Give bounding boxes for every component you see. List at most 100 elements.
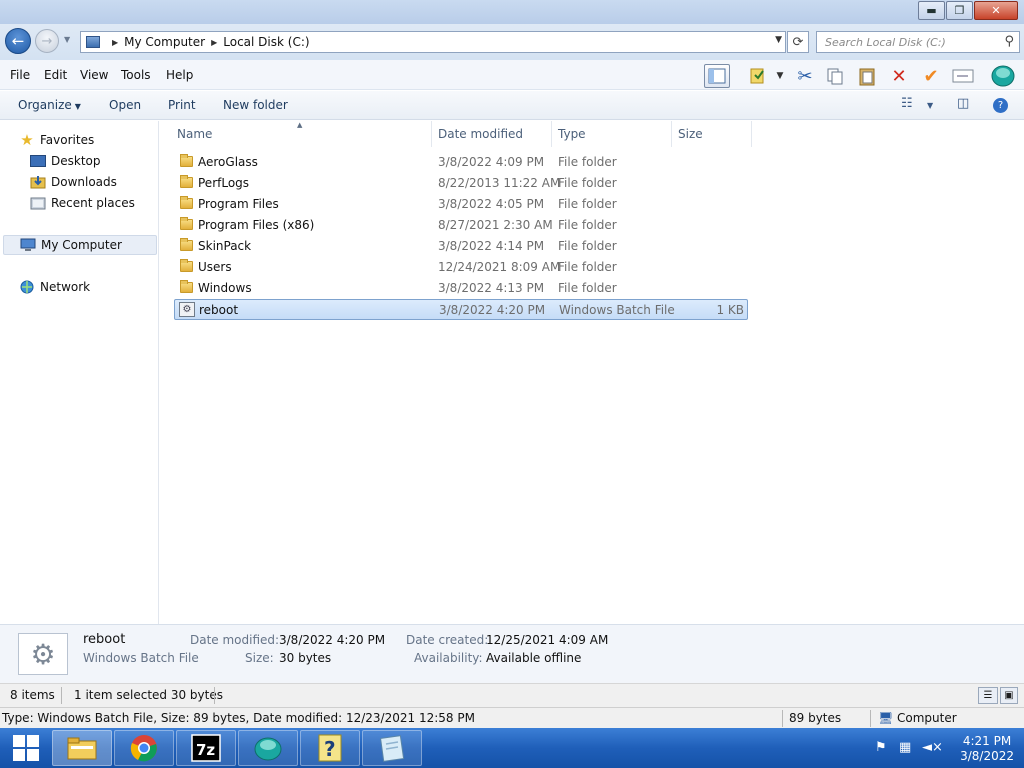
file-row[interactable]: Users 12/24/2021 8:09 AM File folder xyxy=(174,257,748,278)
menu-tools[interactable]: Tools xyxy=(121,68,151,82)
cut-icon[interactable]: ✂ xyxy=(792,64,818,88)
taskbar-file-explorer[interactable] xyxy=(52,730,112,766)
maximize-button[interactable]: ❐ xyxy=(946,1,973,20)
search-icon[interactable]: ⚲ xyxy=(1004,34,1014,49)
recent-pages-dropdown[interactable]: ▼ xyxy=(64,35,70,44)
new-folder-button[interactable]: New folder xyxy=(223,98,288,112)
status-selection: 1 item selected 30 bytes xyxy=(74,688,223,702)
breadcrumb-local-disk[interactable]: Local Disk (C:) xyxy=(223,35,309,49)
chrome-icon xyxy=(130,735,157,762)
start-button[interactable] xyxy=(6,732,46,764)
taskbar-notepad[interactable] xyxy=(362,730,422,766)
network-status-icon[interactable]: ▦ xyxy=(899,740,911,755)
file-name: Program Files (x86) xyxy=(198,218,315,232)
action-center-icon[interactable]: ⚑ xyxy=(875,740,887,755)
column-header-date-modified[interactable]: Date modified xyxy=(432,121,552,147)
clock[interactable]: 4:21 PM 3/8/2022 xyxy=(960,734,1014,764)
address-bar[interactable]: ▶ My Computer ▶ Local Disk (C:) ▼ xyxy=(80,31,786,53)
file-row[interactable]: Windows 3/8/2022 4:13 PM File folder xyxy=(174,278,748,299)
back-arrow-icon: ← xyxy=(11,32,25,50)
clock-time: 4:21 PM xyxy=(962,734,1012,748)
nav-desktop-label: Desktop xyxy=(51,154,101,168)
nav-recent-places[interactable]: Recent places xyxy=(30,193,135,213)
column-header-size[interactable]: Size xyxy=(672,121,752,147)
properties-icon[interactable] xyxy=(744,64,770,88)
delete-icon[interactable]: ✕ xyxy=(886,64,912,88)
file-date: 3/8/2022 4:13 PM xyxy=(438,281,545,295)
paste-icon[interactable] xyxy=(854,64,880,88)
views-dropdown-icon[interactable]: ▼ xyxy=(927,101,933,110)
taskbar-7zip[interactable]: 7z xyxy=(176,730,236,766)
large-icons-view-icon[interactable]: ▣ xyxy=(1000,687,1018,704)
menu-file[interactable]: File xyxy=(10,68,30,82)
menu-edit[interactable]: Edit xyxy=(44,68,67,82)
check-icon[interactable]: ✔ xyxy=(918,64,944,88)
layout-icon[interactable] xyxy=(704,64,730,88)
nav-downloads[interactable]: Downloads xyxy=(30,172,117,192)
nav-desktop[interactable]: Desktop xyxy=(30,151,101,171)
forward-button[interactable]: → xyxy=(35,29,59,53)
search-input[interactable] xyxy=(825,35,999,49)
taskbar-help[interactable]: ? xyxy=(300,730,360,766)
file-name: Program Files xyxy=(198,197,279,211)
details-availability-label: Availability: xyxy=(414,651,483,665)
details-size: 30 bytes xyxy=(279,651,332,665)
folder-icon xyxy=(180,196,193,209)
file-date: 3/8/2022 4:20 PM xyxy=(439,303,546,317)
chevron-right-icon[interactable]: ▶ xyxy=(211,38,217,47)
svg-text:7z: 7z xyxy=(196,741,215,759)
details-view-icon[interactable]: ☰ xyxy=(978,687,998,704)
copy-icon[interactable] xyxy=(822,64,848,88)
file-row[interactable]: Program Files 3/8/2022 4:05 PM File fold… xyxy=(174,194,748,215)
search-box[interactable]: ⚲ xyxy=(816,31,1020,53)
divider xyxy=(782,710,783,727)
chevron-right-icon[interactable]: ▶ xyxy=(112,38,118,47)
file-row[interactable]: SkinPack 3/8/2022 4:14 PM File folder xyxy=(174,236,748,257)
menu-help[interactable]: Help xyxy=(166,68,193,82)
menu-view[interactable]: View xyxy=(80,68,108,82)
nav-network-label: Network xyxy=(40,280,91,294)
notepad-icon xyxy=(380,735,405,762)
back-button[interactable]: ← xyxy=(5,28,31,54)
volume-muted-icon[interactable]: ◄× xyxy=(922,740,943,755)
batch-file-large-icon: ⚙ xyxy=(18,633,68,675)
minimize-button[interactable]: ▬ xyxy=(918,1,945,20)
file-row[interactable]: Program Files (x86) 8/27/2021 2:30 AM Fi… xyxy=(174,215,748,236)
file-type: File folder xyxy=(558,176,617,190)
preview-pane-icon[interactable]: ◫ xyxy=(957,96,969,111)
close-button[interactable]: ✕ xyxy=(974,1,1018,20)
nav-my-computer[interactable]: My Computer xyxy=(3,235,157,255)
file-type: File folder xyxy=(558,260,617,274)
status-location: Computer xyxy=(897,711,957,725)
breadcrumb-my-computer[interactable]: My Computer xyxy=(124,35,205,49)
organize-button[interactable]: Organize ▼ xyxy=(18,98,81,112)
file-date: 3/8/2022 4:05 PM xyxy=(438,197,545,211)
column-header-type[interactable]: Type xyxy=(552,121,672,147)
divider xyxy=(61,687,62,704)
organize-label: Organize xyxy=(18,98,72,112)
nav-favorites[interactable]: ★ Favorites xyxy=(19,130,94,150)
rename-icon[interactable] xyxy=(950,64,976,88)
properties-dropdown-icon[interactable]: ▼ xyxy=(772,64,788,88)
file-row-selected[interactable]: ⚙ reboot 3/8/2022 4:20 PM Windows Batch … xyxy=(174,299,748,320)
column-header-name[interactable]: Name xyxy=(171,121,432,147)
batch-file-icon: ⚙ xyxy=(179,302,195,317)
address-dropdown-icon[interactable]: ▼ xyxy=(775,35,782,45)
shell-icon[interactable] xyxy=(990,64,1016,88)
refresh-button[interactable]: ⟳ xyxy=(787,31,809,53)
file-date: 8/27/2021 2:30 AM xyxy=(438,218,553,232)
file-name: reboot xyxy=(199,303,239,317)
taskbar-shell[interactable] xyxy=(238,730,298,766)
print-button[interactable]: Print xyxy=(168,98,196,112)
windows-logo-icon xyxy=(27,749,39,761)
nav-network[interactable]: Network xyxy=(19,277,90,297)
folder-icon xyxy=(180,280,193,293)
file-type: File folder xyxy=(558,239,617,253)
views-icon[interactable]: ☷ xyxy=(901,96,913,111)
file-row[interactable]: AeroGlass 3/8/2022 4:09 PM File folder xyxy=(174,152,748,173)
taskbar-chrome[interactable] xyxy=(114,730,174,766)
open-button[interactable]: Open xyxy=(109,98,141,112)
help-icon[interactable]: ? xyxy=(993,98,1008,113)
desktop-icon xyxy=(30,154,46,168)
file-row[interactable]: PerfLogs 8/22/2013 11:22 AM File folder xyxy=(174,173,748,194)
